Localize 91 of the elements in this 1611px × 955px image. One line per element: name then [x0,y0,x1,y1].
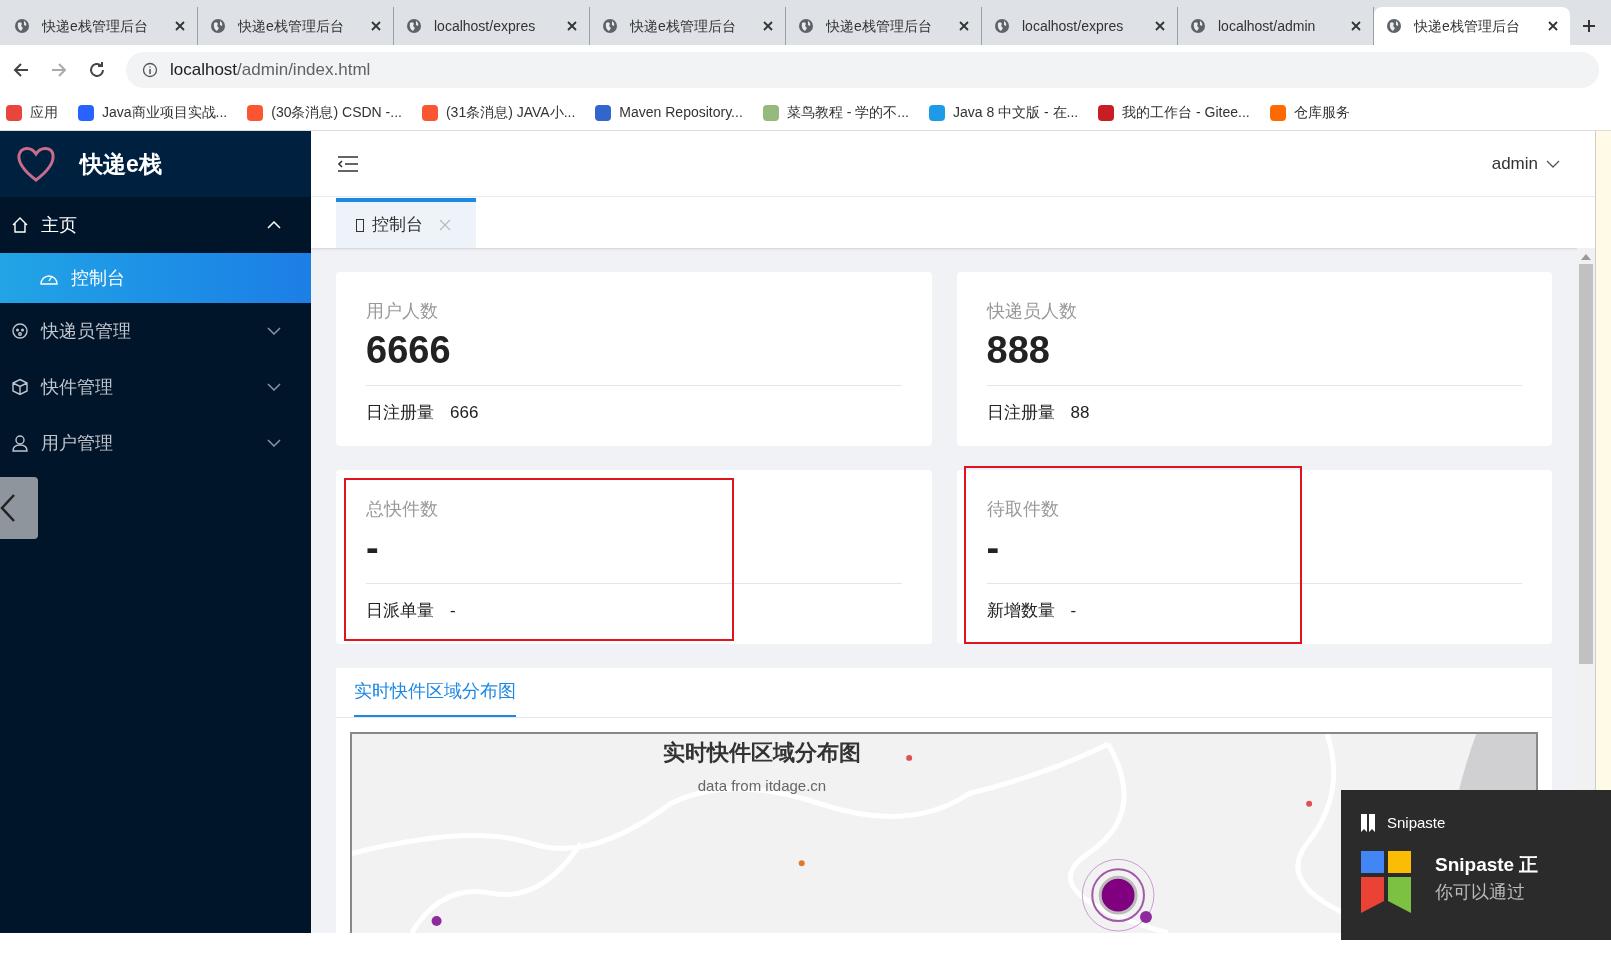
bookmark[interactable]: (31条消息) JAVA小... [421,102,576,123]
globe-icon [406,18,422,34]
address-bar[interactable]: localhost/admin/index.html [126,52,1599,88]
new-tab-icon[interactable] [1582,19,1596,33]
chart-title: 实时快件区域分布图 [663,739,861,767]
sub-label: 日注册量 [366,402,434,424]
menu-item[interactable]: 主页 [0,197,311,253]
notification-text: 你可以通过 [1435,881,1526,904]
tab-title: localhost/admin [1218,16,1317,36]
globe-icon [1190,18,1206,34]
browser-tab[interactable]: 快递e栈管理后台 [590,7,786,45]
menu-item[interactable]: 用户管理 [0,415,311,471]
bookmark-icon [1361,814,1375,833]
close-icon[interactable] [763,21,773,31]
chart-subtitle: data from itdage.cn [697,776,827,796]
stat-label: 待取件数 [986,498,1060,521]
stat-value: 6666 [366,328,452,373]
chevron-down-icon [267,439,281,447]
close-icon[interactable] [1548,21,1558,31]
browser-tab[interactable]: 快递e栈管理后台 [786,7,982,45]
sub-value: 88 [1070,402,1090,424]
chevron-left-icon [0,493,16,523]
globe-icon [1386,18,1402,34]
tab-title: localhost/expres [1022,16,1125,36]
app-logo-icon [1361,850,1411,913]
notification-app: Snipaste [1387,813,1446,833]
tab-title: 快递e栈管理后台 [826,16,933,36]
stat-value: 888 [986,328,1051,373]
close-icon[interactable] [567,21,577,31]
stat-label: 总快件数 [366,498,439,521]
bookmark[interactable]: 我的工作台 - Gitee... [1098,102,1250,123]
info-icon [142,62,158,78]
heart-logo-icon [16,145,56,183]
menu-item[interactable]: 快件管理 [0,359,311,415]
page-tab[interactable]: 控制台 [336,198,476,248]
cube-icon [11,378,29,396]
sub-value: - [450,600,456,622]
chevron-down-icon [267,327,281,335]
bookmark[interactable]: 应用 [6,102,58,123]
browser-tab[interactable]: 快递e栈管理后台 [2,7,198,45]
sub-label: 日注册量 [986,402,1055,424]
stat-label: 用户人数 [366,300,439,323]
tab-title: 快递e栈管理后台 [42,16,149,36]
user-menu[interactable]: admin [1491,150,1560,177]
sub-value: - [1070,600,1077,622]
menu-item[interactable]: 快递员管理 [0,303,311,359]
globe-icon [210,18,226,34]
face-icon [11,322,29,340]
tab-title: 快递e栈管理后台 [238,16,345,36]
sub-label: 日派单量 [366,600,434,622]
back-icon[interactable] [12,61,30,79]
bookmark[interactable]: Java商业项目实战... [78,102,228,123]
stat-value: - [986,526,1001,571]
globe-icon [14,18,30,34]
tab-title: 快递e栈管理后台 [1414,16,1521,36]
browser-tab[interactable]: 快递e栈管理后台 [198,7,394,45]
browser-tab[interactable]: localhost/expres [394,7,590,45]
menu-fold-icon[interactable] [337,154,359,173]
chevron-up-icon [267,221,281,229]
stat-value: - [366,526,380,571]
sub-label: 新增数量 [986,600,1055,622]
bookmark[interactable]: 菜鸟教程 - 学的不... [762,102,909,123]
close-icon[interactable] [1155,21,1165,31]
home-icon [11,216,29,234]
bookmark[interactable]: Java 8 中文版 - 在... [928,102,1079,123]
notification-title: Snipaste 正 [1435,852,1539,877]
globe-icon [602,18,618,34]
bookmark[interactable]: (30条消息) CSDN -... [247,102,402,123]
panel-tab[interactable]: 实时快件区域分布图 [354,678,516,717]
globe-icon [798,18,814,34]
user-icon [11,434,29,452]
tab-title: 快递e栈管理后台 [630,16,737,36]
close-icon[interactable] [175,21,185,31]
chevron-down-icon [267,383,281,391]
browser-tab[interactable]: 快递e栈管理后台 [1374,7,1570,45]
stat-label: 快递员人数 [986,300,1078,323]
tab-title: localhost/expres [434,16,537,36]
close-icon[interactable] [1351,21,1361,31]
close-icon[interactable] [371,21,381,31]
bookmark[interactable]: Maven Repository... [595,102,743,123]
sub-value: 666 [450,402,479,424]
globe-icon [994,18,1010,34]
reload-icon[interactable] [88,61,106,79]
close-icon[interactable] [959,21,969,31]
missing-glyph-icon [356,218,364,232]
app-logo-text: 快递e栈 [80,149,162,179]
bookmark[interactable]: 仓库服务 [1269,102,1350,123]
chevron-down-icon [1546,159,1560,168]
browser-tab[interactable]: localhost/expres [982,7,1178,45]
collapse-handle[interactable] [0,477,38,539]
url-text: localhost/admin/index.html [170,59,371,82]
